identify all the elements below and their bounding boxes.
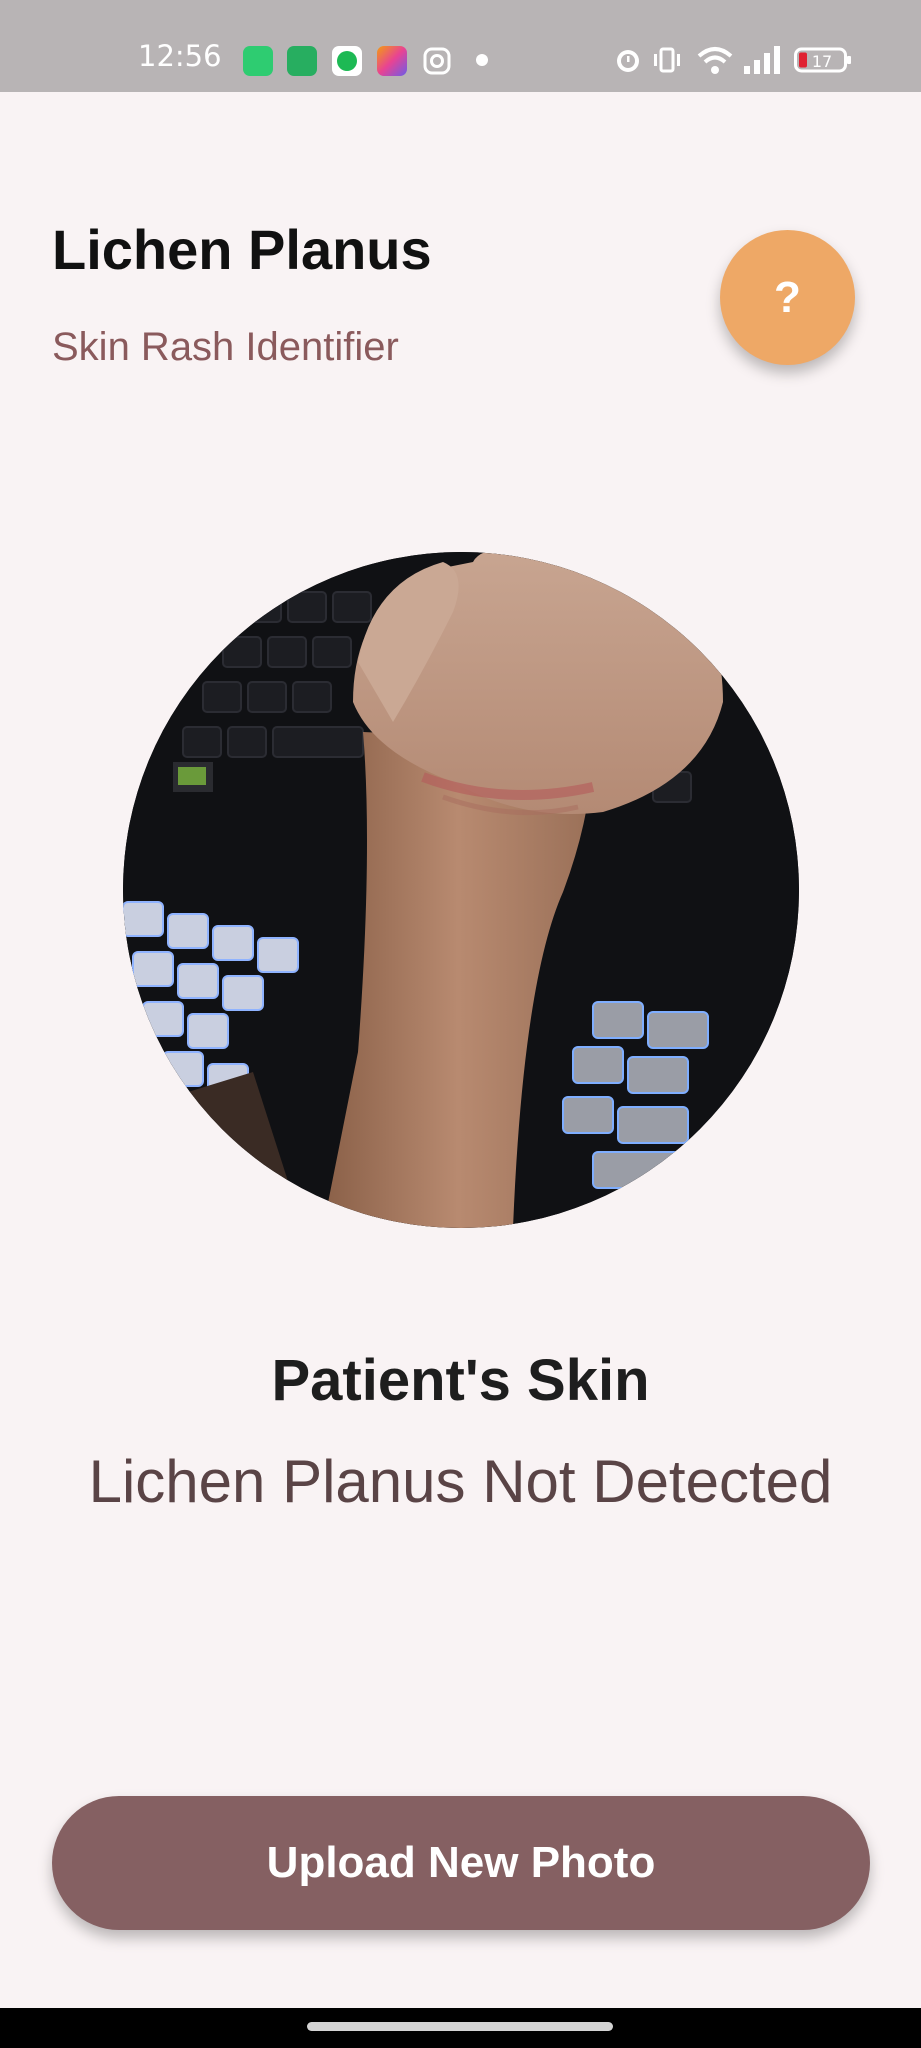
navigation-bar [0,2008,921,2048]
upload-photo-button[interactable]: Upload New Photo [52,1796,870,1930]
app-title: Lichen Planus [52,218,432,281]
battery-level-text: 17 [812,52,832,71]
dot-icon [476,54,488,66]
vibrate-icon [652,44,682,81]
signal-icon [742,44,782,81]
home-gesture-handle[interactable] [307,2022,613,2031]
battery-saver-icon [243,46,273,76]
status-bar: 12:56 17 [0,0,921,92]
wifi-icon [696,44,734,81]
colorful-app-icon [377,46,407,76]
spotify-icon [332,46,362,76]
result-title: Patient's Skin [271,1348,650,1413]
help-button[interactable]: ? [720,230,855,365]
status-time: 12:56 [138,39,222,73]
app-icon [287,46,317,76]
patient-skin-photo [123,552,799,1228]
alarm-icon [612,44,644,81]
instagram-icon [422,46,452,76]
result-status: Lichen Planus Not Detected [88,1448,833,1515]
app-subtitle: Skin Rash Identifier [52,325,399,369]
battery-icon: 17 [794,46,852,79]
